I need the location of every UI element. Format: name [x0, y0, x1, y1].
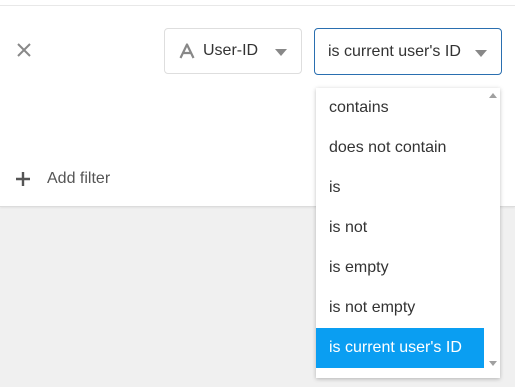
add-filter-button[interactable]: Add filter: [16, 166, 110, 192]
operator-option-does-not-contain[interactable]: does not contain: [316, 128, 484, 168]
operator-option-is-not-empty[interactable]: is not empty: [316, 288, 484, 328]
close-icon: [17, 43, 31, 57]
add-filter-label: Add filter: [47, 170, 111, 187]
dropdown-scrollbar[interactable]: [485, 88, 500, 378]
scroll-down-arrow-icon[interactable]: [489, 361, 497, 366]
divider: [0, 5, 515, 6]
operator-dropdown: contains does not contain is is not is e…: [316, 88, 500, 378]
operator-option-is-empty[interactable]: is empty: [316, 248, 484, 288]
operator-option-is[interactable]: is: [316, 168, 484, 208]
chevron-down-icon: [275, 49, 287, 56]
text-field-type-icon: [179, 43, 195, 59]
operator-option-is-current-users-id[interactable]: is current user's ID: [316, 328, 484, 368]
field-select-label: User-ID: [203, 42, 259, 59]
remove-filter-button[interactable]: [14, 40, 34, 60]
operator-option-is-not[interactable]: is not: [316, 208, 484, 248]
operator-select[interactable]: is current user's ID: [314, 28, 502, 75]
plus-icon: [16, 172, 30, 186]
chevron-down-icon: [475, 50, 487, 57]
field-select[interactable]: User-ID: [164, 28, 302, 74]
operator-select-value: is current user's ID: [328, 42, 461, 60]
operator-option-contains[interactable]: contains: [316, 88, 484, 128]
scroll-up-arrow-icon[interactable]: [489, 93, 497, 98]
